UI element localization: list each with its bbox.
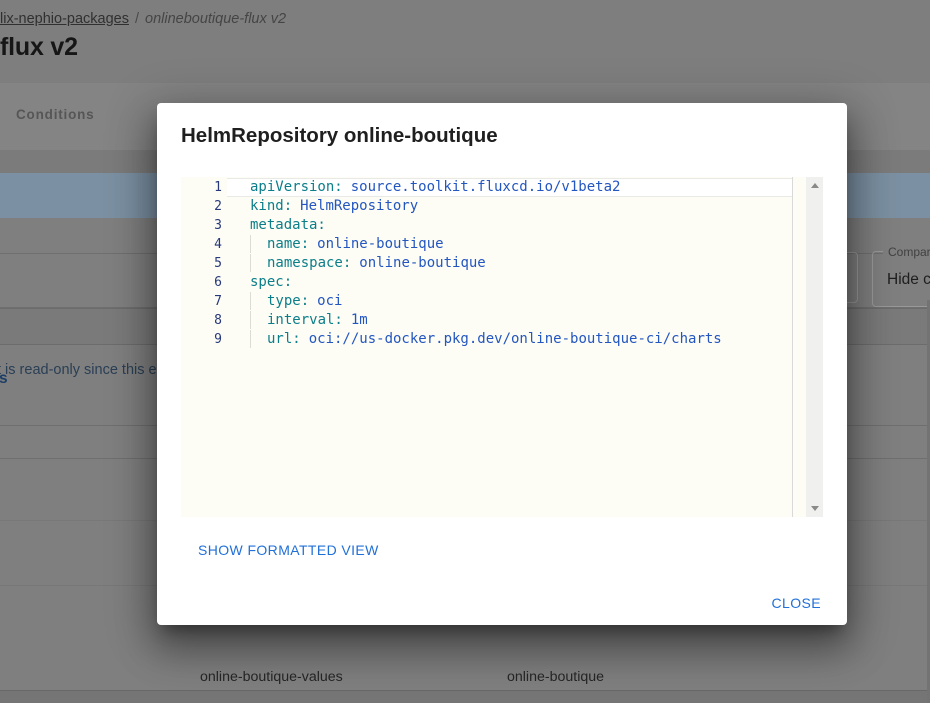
yaml-key: apiVersion: — [250, 179, 343, 195]
line-number: 2 — [181, 197, 227, 216]
yaml-value: online-boutique — [317, 236, 443, 252]
app-root: lix-nephio-packages/onlineboutique-flux … — [0, 0, 930, 703]
yaml-key: metadata: — [250, 217, 326, 233]
compare-select-label: Compar — [883, 245, 930, 259]
resource-namespace-cell: online-boutique — [507, 669, 604, 685]
scroll-up-icon[interactable] — [806, 177, 823, 194]
line-number: 8 — [181, 311, 227, 330]
yaml-key: url: — [267, 331, 301, 347]
section-partial-text: s — [0, 370, 8, 388]
bottom-row-band — [0, 690, 930, 703]
breadcrumb: lix-nephio-packages/onlineboutique-flux … — [0, 11, 286, 27]
code-line: 8 interval: 1m — [181, 311, 792, 330]
code-line: 9 url: oci://us-docker.pkg.dev/online-bou… — [181, 330, 792, 349]
yaml-value: oci — [317, 293, 342, 309]
code-line: 1 apiVersion: source.toolkit.fluxcd.io/v1… — [181, 178, 792, 197]
line-number: 7 — [181, 292, 227, 311]
yaml-value: online-boutique — [359, 255, 485, 271]
page-title: flux v2 — [0, 33, 78, 62]
code-line: 4 name: online-boutique — [181, 235, 792, 254]
yaml-key: kind: — [250, 198, 292, 214]
code-line: 5 namespace: online-boutique — [181, 254, 792, 273]
editor-scrollbar[interactable] — [806, 177, 823, 517]
code-line: 6 spec: — [181, 273, 792, 292]
yaml-viewer-dialog: HelmRepository online-boutique 1 apiVers… — [157, 103, 847, 625]
line-number: 6 — [181, 273, 227, 292]
line-number: 9 — [181, 330, 227, 349]
yaml-value: source.toolkit.fluxcd.io/v1beta2 — [351, 179, 621, 195]
compare-select-value: Hide c — [887, 271, 930, 289]
yaml-value: 1m — [351, 312, 368, 328]
yaml-code-editor[interactable]: 1 apiVersion: source.toolkit.fluxcd.io/v1… — [181, 177, 823, 517]
yaml-key: name: — [267, 236, 309, 252]
code-line: 2 kind: HelmRepository — [181, 197, 792, 216]
code-line: 7 type: oci — [181, 292, 792, 311]
compare-select[interactable]: Compar Hide c — [872, 251, 930, 307]
yaml-key: type: — [267, 293, 309, 309]
breadcrumb-current: onlineboutique-flux v2 — [145, 11, 286, 27]
scroll-down-icon[interactable] — [806, 500, 823, 517]
line-number: 3 — [181, 216, 227, 235]
breadcrumb-parent-link[interactable]: lix-nephio-packages — [0, 11, 129, 27]
code-lines: 1 apiVersion: source.toolkit.fluxcd.io/v1… — [181, 177, 793, 517]
tab-conditions[interactable]: Conditions — [16, 107, 95, 122]
show-formatted-view-button[interactable]: SHOW FORMATTED VIEW — [198, 542, 379, 558]
line-number: 1 — [181, 178, 227, 197]
yaml-key: interval: — [267, 312, 343, 328]
code-line: 3 metadata: — [181, 216, 792, 235]
dialog-title: HelmRepository online-boutique — [181, 124, 498, 148]
yaml-value: oci://us-docker.pkg.dev/online-boutique-… — [309, 331, 722, 347]
line-number: 4 — [181, 235, 227, 254]
close-button[interactable]: CLOSE — [772, 595, 821, 611]
yaml-key: spec: — [250, 274, 292, 290]
yaml-value: HelmRepository — [300, 198, 418, 214]
resource-name-cell: online-boutique-values — [200, 669, 343, 685]
breadcrumb-separator: / — [129, 11, 145, 27]
readonly-banner-text: t is read-only since this ex — [0, 362, 164, 378]
yaml-key: namespace: — [267, 255, 351, 271]
line-number: 5 — [181, 254, 227, 273]
